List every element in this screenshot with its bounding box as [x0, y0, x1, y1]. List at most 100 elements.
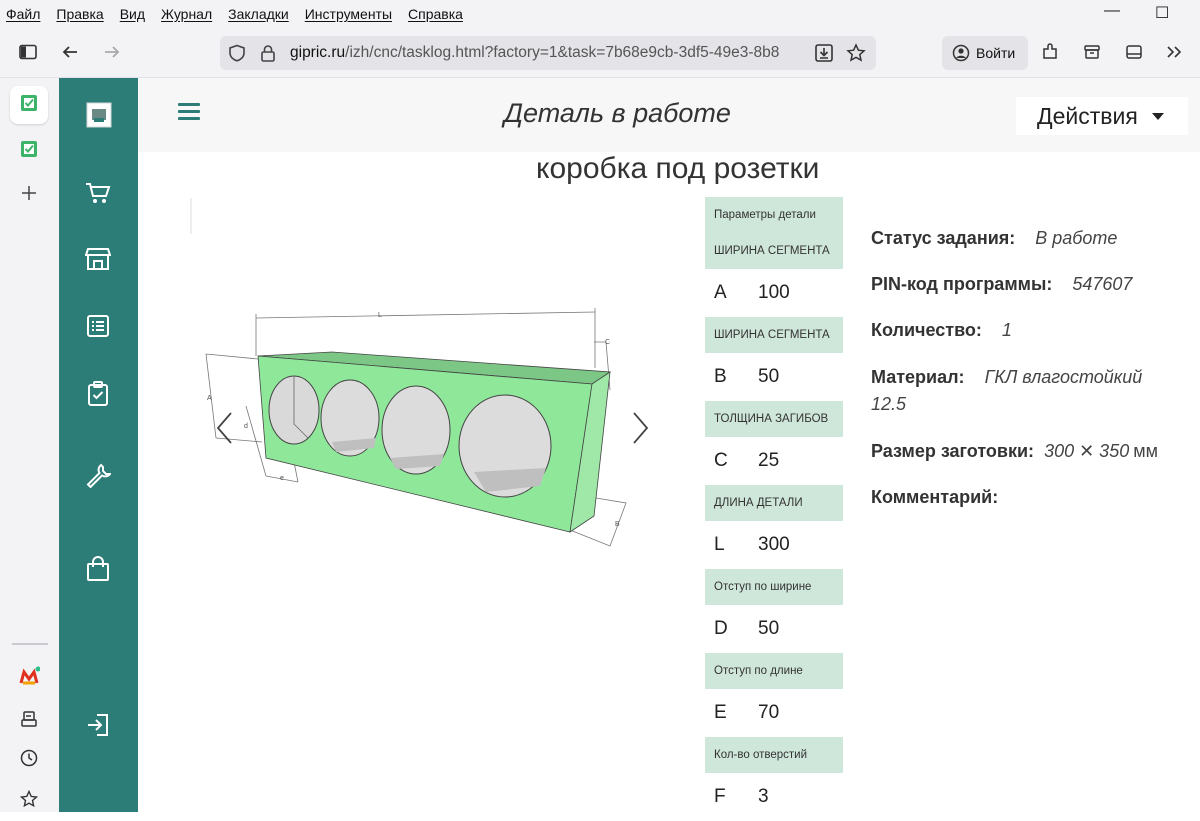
sidebar-tab-second[interactable]: [10, 132, 48, 170]
maximize-button[interactable]: ☐: [1155, 3, 1169, 23]
part-3d-drawing: L C A B d e: [190, 198, 627, 547]
blank-size-unit: мм: [1133, 441, 1158, 461]
sidebar-metro-app[interactable]: [10, 660, 48, 698]
param-value-l: 300: [758, 534, 790, 555]
param-key-l: L: [714, 534, 725, 555]
forward-icon[interactable]: [98, 38, 126, 66]
status-row: Статус задания: В работе: [871, 228, 1117, 249]
synced-tabs-icon: [20, 710, 38, 733]
add-tab-button[interactable]: [10, 176, 48, 214]
plus-icon: [21, 185, 37, 206]
param-header-l: ДЛИНА ДЕТАЛИ: [705, 485, 843, 521]
quantity-row: Количество: 1: [871, 320, 1012, 341]
sidebar-bookmarks[interactable]: [10, 782, 48, 820]
param-key-c: C: [714, 450, 728, 471]
back-icon[interactable]: [56, 38, 84, 66]
status-value: В работе: [1035, 228, 1118, 248]
list-icon[interactable]: [83, 311, 113, 341]
menu-file[interactable]: Файл: [0, 6, 48, 22]
param-header-a: ШИРИНА СЕГМЕНТА: [705, 233, 843, 269]
blank-size-label: Размер заготовки:: [871, 441, 1035, 461]
param-key-e: E: [714, 702, 727, 723]
param-row-b: B 50: [705, 353, 843, 401]
store-icon[interactable]: [83, 244, 113, 274]
sidebar-divider: [12, 643, 48, 645]
param-header-f: Кол-во отверстий: [705, 737, 843, 773]
blank-size-row: Размер заготовки: 300 ✕ 350 мм: [871, 441, 1158, 462]
actions-label: Действия: [1037, 102, 1138, 129]
lock-icon[interactable]: [260, 44, 276, 67]
param-value-a: 100: [758, 282, 790, 303]
app-logo-icon[interactable]: [84, 100, 114, 130]
comment-label: Комментарий:: [871, 487, 999, 507]
next-image-chevron-icon[interactable]: [628, 410, 652, 446]
prev-image-chevron-icon[interactable]: [213, 410, 237, 446]
menu-help[interactable]: Справка: [400, 6, 471, 22]
menu-history[interactable]: Журнал: [153, 6, 220, 22]
quantity-label: Количество:: [871, 320, 982, 340]
material-value-2: 12.5: [871, 394, 907, 414]
material-row-2: 12.5: [871, 394, 906, 415]
menu-bookmarks[interactable]: Закладки: [220, 6, 297, 22]
overflow-chevron-icon[interactable]: [1160, 38, 1188, 66]
pin-value: 547607: [1072, 274, 1133, 294]
checklist-icon: [19, 139, 39, 164]
star-icon: [19, 789, 39, 813]
app-header: Деталь в работе Действия: [138, 78, 1200, 152]
containers-icon[interactable]: [1078, 38, 1106, 66]
drawing-label-a: A: [207, 395, 212, 402]
param-row-d: D 50: [705, 605, 843, 653]
shopping-bag-icon[interactable]: [83, 554, 113, 584]
material-row: Материал: ГКЛ влагостойкий: [871, 367, 1142, 388]
param-value-d: 50: [758, 618, 780, 639]
actions-dropdown[interactable]: Действия: [1016, 97, 1188, 135]
pin-row: PIN-код программы: 547607: [871, 274, 1132, 295]
comment-row: Комментарий:: [871, 487, 998, 508]
drawing-label-l: L: [378, 312, 382, 319]
browser-sidebar: [0, 78, 59, 812]
param-row-a: A 100: [705, 269, 843, 317]
menu-tools[interactable]: Инструменты: [297, 6, 400, 22]
sidebar-tab-active[interactable]: [10, 86, 48, 124]
pin-label: PIN-код программы:: [871, 274, 1053, 294]
param-value-b: 50: [758, 366, 780, 387]
hamburger-menu-icon[interactable]: [178, 103, 200, 121]
extensions-icon[interactable]: [1036, 38, 1064, 66]
download-icon[interactable]: [814, 43, 834, 68]
minimize-button[interactable]: —: [1104, 2, 1120, 20]
sidebar-toggle-icon[interactable]: [14, 38, 42, 66]
sidebar-synced-tabs[interactable]: [10, 702, 48, 740]
url-text[interactable]: gipric.ru/izh/cnc/tasklog.html?factory=1…: [290, 44, 820, 62]
browser-toolbar: gipric.ru/izh/cnc/tasklog.html?factory=1…: [0, 28, 1200, 78]
menu-edit[interactable]: Правка: [48, 6, 111, 22]
param-row-c: C 25: [705, 437, 843, 485]
signin-label: Войти: [976, 45, 1016, 61]
cart-icon[interactable]: [83, 178, 113, 208]
material-value: ГКЛ влагостойкий: [984, 367, 1143, 387]
param-value-f: 3: [758, 786, 769, 807]
shield-icon[interactable]: [228, 44, 246, 67]
checklist-icon: [19, 93, 39, 118]
menu-view[interactable]: Вид: [112, 6, 153, 22]
wrench-icon[interactable]: [83, 460, 113, 490]
material-label: Материал:: [871, 367, 965, 387]
caret-down-icon: [1151, 112, 1164, 120]
browser-menubar: Файл Правка Вид Журнал Закладки Инструме…: [0, 0, 1200, 28]
signin-button[interactable]: Войти: [942, 36, 1028, 70]
blank-size-value: 300 ✕ 350: [1044, 441, 1130, 461]
address-bar[interactable]: gipric.ru/izh/cnc/tasklog.html?factory=1…: [220, 36, 876, 70]
param-value-e: 70: [758, 702, 780, 723]
logout-icon[interactable]: [83, 710, 113, 740]
param-key-a: A: [714, 282, 727, 303]
param-row-e: E 70: [705, 689, 843, 737]
url-path: /izh/cnc/tasklog.html?factory=1&task=7b6…: [345, 44, 780, 61]
params-title: Параметры детали: [705, 197, 843, 233]
reader-view-icon[interactable]: [1120, 38, 1148, 66]
param-value-c: 25: [758, 450, 780, 471]
clock-icon: [20, 749, 38, 772]
sidebar-history[interactable]: [10, 741, 48, 779]
clipboard-check-icon[interactable]: [83, 379, 113, 409]
drawing-label-e: e: [280, 475, 284, 482]
param-header-c: ТОЛЩИНА ЗАГИБОВ: [705, 401, 843, 437]
bookmark-star-icon[interactable]: [846, 43, 866, 68]
